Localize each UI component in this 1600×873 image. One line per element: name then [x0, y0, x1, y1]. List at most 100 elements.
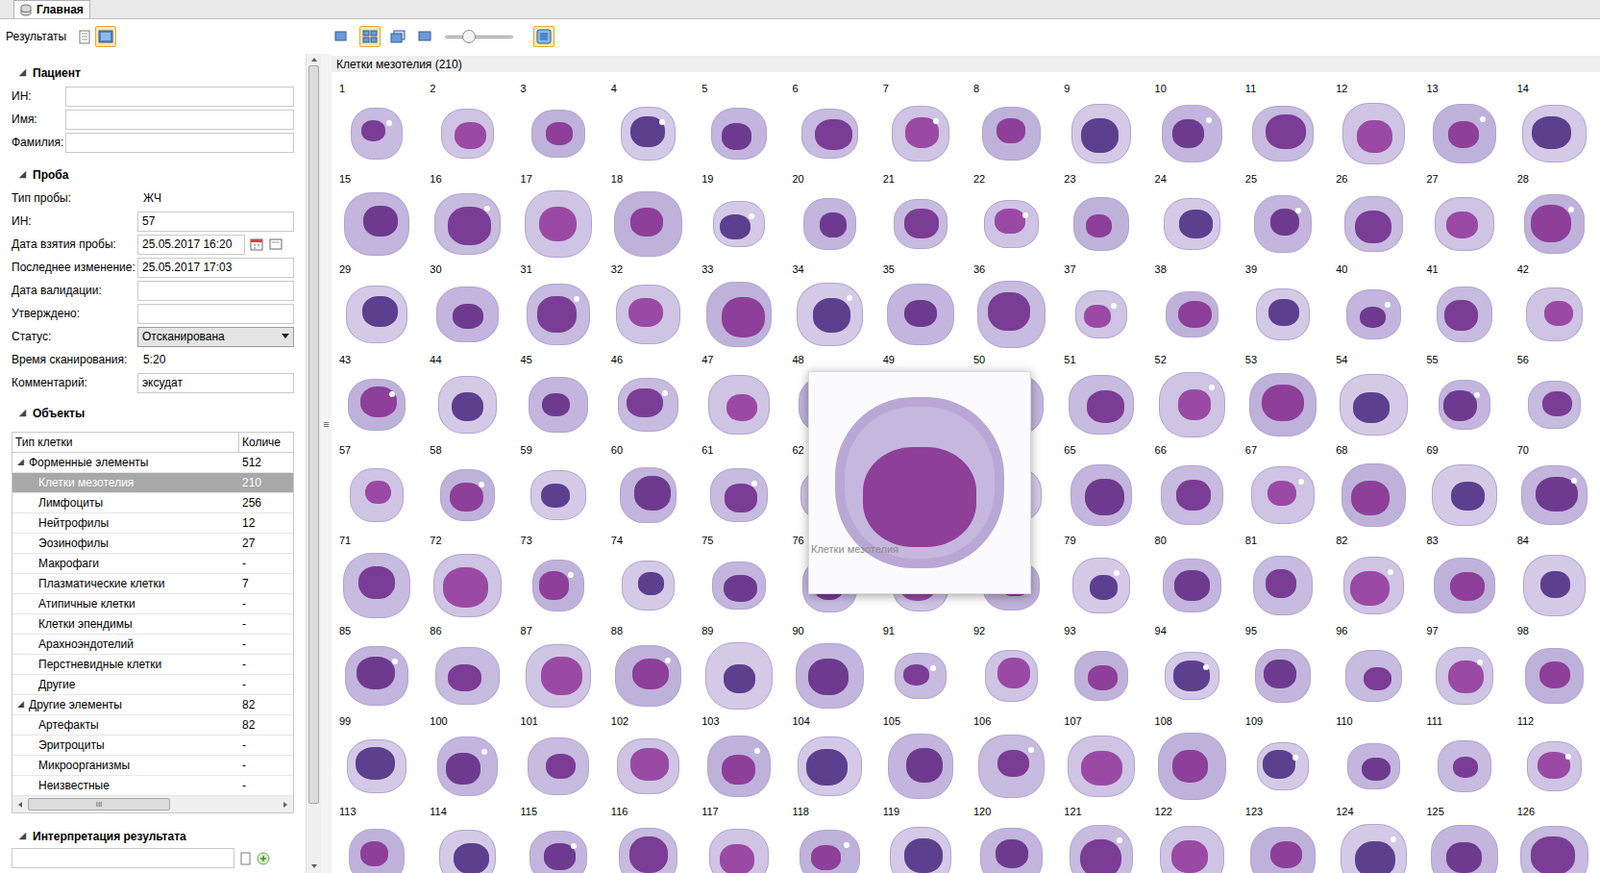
expand-icon[interactable]: ◢: [17, 697, 25, 712]
cell-thumbnail[interactable]: 16: [421, 171, 513, 262]
cell-thumbnail[interactable]: 60: [603, 442, 694, 533]
cell-thumbnail[interactable]: 115: [513, 803, 604, 873]
cell-thumbnail[interactable]: 26: [1328, 171, 1419, 262]
dropdown-arrow-icon[interactable]: [281, 333, 290, 340]
cell-thumbnail[interactable]: 73: [513, 532, 604, 623]
cell-thumbnail[interactable]: 85: [331, 622, 422, 714]
cell-thumbnail[interactable]: 13: [1418, 80, 1509, 172]
text-field[interactable]: [11, 847, 235, 868]
cell-thumbnail[interactable]: 104: [784, 713, 875, 804]
cell-thumbnail[interactable]: 33: [693, 261, 785, 352]
text-field[interactable]: [65, 132, 295, 153]
add-icon[interactable]: [256, 851, 271, 865]
cell-thumbnail[interactable]: 7: [875, 80, 966, 172]
vertical-scrollbar[interactable]: [305, 53, 321, 873]
cell-thumbnail[interactable]: 8: [965, 80, 1057, 172]
cell-thumbnail[interactable]: 70: [1509, 442, 1600, 533]
cell-thumbnail[interactable]: 108: [1147, 713, 1238, 804]
table-row[interactable]: Нейтрофилы12: [12, 513, 294, 534]
status-select[interactable]: Отсканирована: [137, 326, 295, 347]
cell-thumbnail[interactable]: 20: [784, 171, 875, 262]
cell-thumbnail[interactable]: 36: [965, 261, 1057, 352]
cell-thumbnail[interactable]: 80: [1147, 532, 1238, 623]
cell-thumbnail[interactable]: 91: [875, 622, 966, 714]
cell-thumbnail[interactable]: 57: [331, 442, 422, 533]
cell-thumbnail[interactable]: 86: [421, 622, 513, 714]
text-field[interactable]: [137, 280, 295, 301]
table-row[interactable]: Арахноэндотелий-: [12, 634, 294, 655]
table-row[interactable]: Макрофаги-: [12, 553, 294, 574]
text-field[interactable]: 25.05.2017 17:03: [137, 257, 295, 278]
cell-thumbnail[interactable]: 65: [1056, 442, 1147, 533]
cell-thumbnail[interactable]: 22: [965, 171, 1057, 262]
table-row[interactable]: Клетки мезотелия210: [12, 472, 294, 493]
cell-thumbnail[interactable]: 30: [421, 261, 513, 352]
cell-thumbnail[interactable]: 45: [513, 351, 604, 443]
cell-thumbnail[interactable]: 34: [784, 261, 875, 352]
cell-thumbnail[interactable]: 87: [513, 622, 604, 714]
cell-thumbnail[interactable]: 6: [784, 80, 875, 172]
cell-thumbnail[interactable]: 35: [875, 261, 966, 352]
cell-thumbnail[interactable]: 23: [1056, 171, 1147, 262]
cell-thumbnail[interactable]: 28: [1509, 171, 1600, 262]
cell-thumbnail[interactable]: 41: [1418, 261, 1509, 352]
cell-thumbnail[interactable]: 66: [1147, 442, 1238, 533]
table-row[interactable]: ◢Форменные элементы512: [12, 452, 294, 473]
cell-thumbnail[interactable]: 113: [331, 803, 422, 873]
table-row[interactable]: Неизвестные-: [12, 775, 294, 796]
cell-thumbnail[interactable]: 102: [603, 713, 694, 804]
section-header[interactable]: ◢Проба: [11, 163, 295, 187]
cell-thumbnail[interactable]: 3: [513, 80, 604, 172]
cell-thumbnail[interactable]: 61: [693, 442, 785, 533]
cell-thumbnail[interactable]: 59: [513, 442, 604, 533]
cell-thumbnail[interactable]: 2: [421, 80, 513, 172]
table-row[interactable]: Клетки эпендимы-: [12, 614, 294, 635]
cell-thumbnail[interactable]: 96: [1328, 622, 1419, 714]
cell-thumbnail[interactable]: 24: [1147, 171, 1238, 262]
cell-thumbnail[interactable]: 51: [1056, 351, 1147, 443]
cell-thumbnail[interactable]: 42: [1509, 261, 1600, 352]
clear-date-icon[interactable]: [269, 238, 283, 250]
cell-thumbnail[interactable]: 1: [331, 80, 422, 172]
cell-thumbnail[interactable]: 83: [1418, 532, 1509, 623]
cell-thumbnail[interactable]: 103: [693, 713, 785, 804]
cell-thumbnail[interactable]: 11: [1237, 80, 1329, 172]
horizontal-scrollbar[interactable]: III: [12, 795, 294, 813]
cell-thumbnail[interactable]: 97: [1418, 622, 1509, 714]
text-field[interactable]: 25.05.2017 16:20: [137, 234, 246, 255]
cell-thumbnail[interactable]: 68: [1328, 442, 1419, 533]
scroll-right-icon[interactable]: [280, 799, 291, 810]
layout-button[interactable]: [415, 25, 437, 48]
table-row[interactable]: Артефакты82: [12, 714, 294, 736]
expand-icon[interactable]: ◢: [19, 406, 26, 420]
scroll-up-icon[interactable]: [309, 54, 320, 65]
tab[interactable]: Главная: [13, 0, 91, 19]
cell-thumbnail[interactable]: 29: [331, 261, 422, 352]
cell-thumbnail[interactable]: 90: [784, 622, 875, 714]
text-field[interactable]: [137, 303, 295, 324]
cell-thumbnail[interactable]: 58: [421, 442, 513, 533]
cell-thumbnail[interactable]: 112: [1509, 713, 1600, 804]
cell-thumbnail[interactable]: 69: [1418, 442, 1509, 533]
cell-thumbnail[interactable]: 79: [1056, 532, 1147, 623]
table-row[interactable]: Эозинофилы27: [12, 533, 294, 554]
section-header[interactable]: ◢Интерпретация результата: [11, 824, 295, 848]
layout-button[interactable]: [359, 25, 381, 48]
cell-thumbnail[interactable]: 95: [1237, 622, 1329, 714]
cell-thumbnail[interactable]: 67: [1237, 442, 1329, 533]
cell-thumbnail[interactable]: 37: [1056, 261, 1147, 352]
cell-thumbnail[interactable]: 44: [421, 351, 513, 443]
calendar-icon[interactable]: [249, 237, 264, 251]
splitter[interactable]: ≡: [320, 53, 332, 873]
table-row[interactable]: Другие-: [12, 674, 294, 695]
text-field[interactable]: [65, 109, 295, 130]
table-row[interactable]: Плазматические клетки7: [12, 573, 294, 594]
column-header[interactable]: Количе: [239, 432, 294, 452]
cell-thumbnail[interactable]: 56: [1509, 351, 1600, 443]
scrollbar-thumb[interactable]: III: [27, 797, 171, 811]
cell-thumbnail[interactable]: 119: [875, 803, 966, 873]
cell-thumbnail[interactable]: 55: [1418, 351, 1509, 443]
cell-thumbnail[interactable]: 122: [1147, 803, 1238, 873]
cell-thumbnail[interactable]: 101: [513, 713, 604, 804]
expand-icon[interactable]: ◢: [19, 829, 26, 843]
